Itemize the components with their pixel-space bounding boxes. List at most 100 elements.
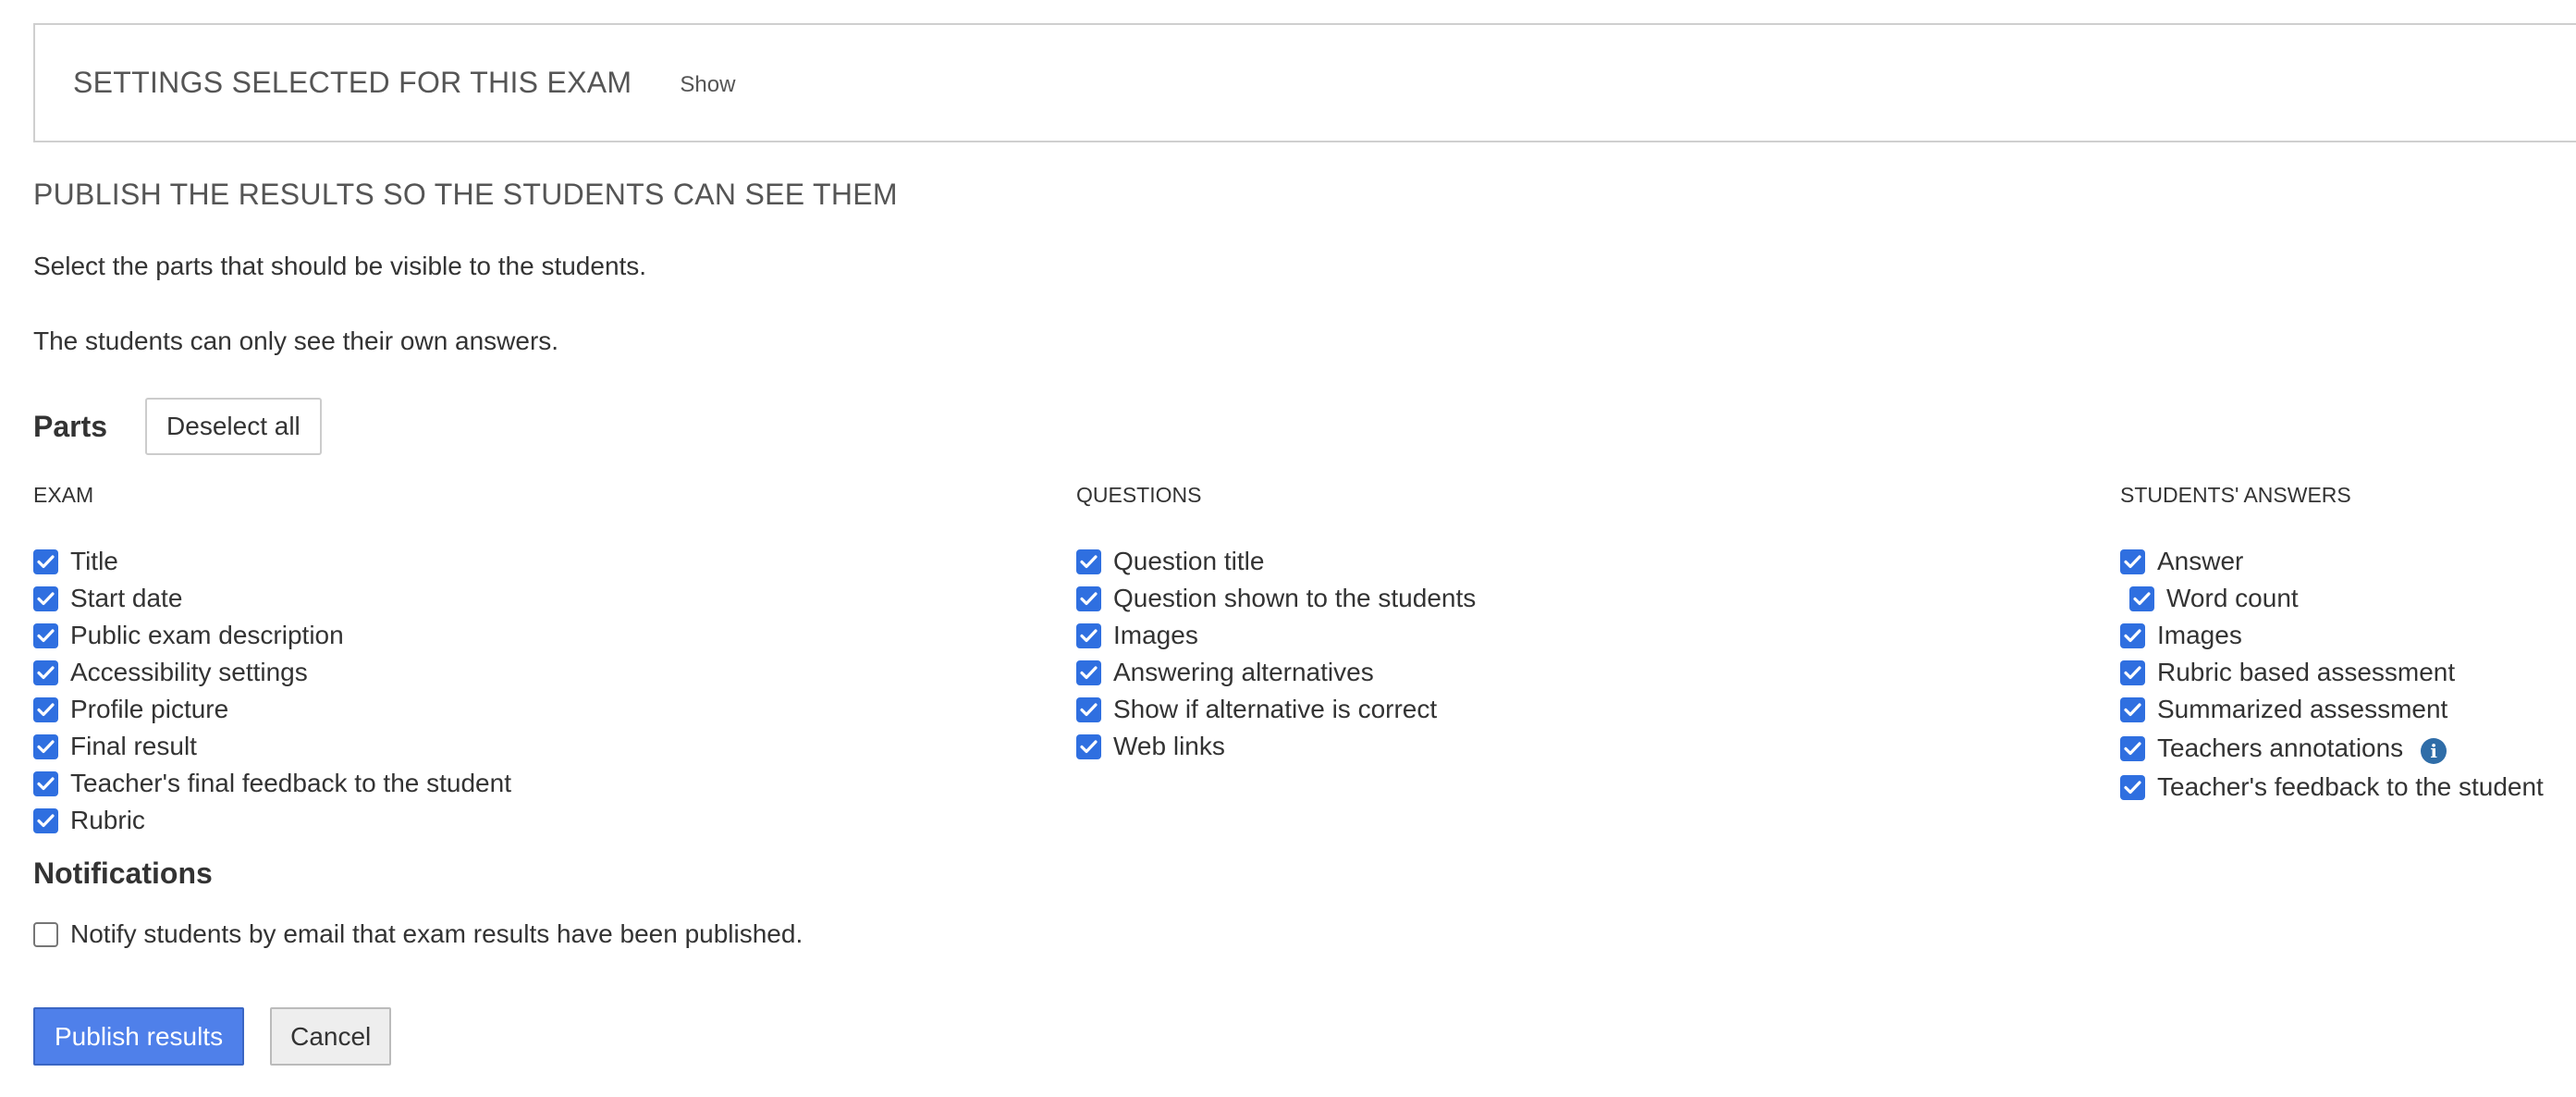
checkbox-row-final-result[interactable]: Final result [33,728,511,765]
parts-header: Parts Deselect all [33,398,322,455]
checkbox-checked[interactable] [1076,585,1101,611]
checkbox-row-summarized-assessment[interactable]: Summarized assessment [2120,691,2544,728]
checkbox-checked[interactable] [1076,696,1101,722]
checkbox-label: Teacher's feedback to the student [2157,772,2544,801]
notifications-heading: Notifications [33,857,213,890]
checkbox-checked[interactable] [2120,774,2145,800]
checkbox-checked[interactable] [2120,735,2145,761]
checkbox-label: Answering alternatives [1113,658,1374,686]
checkmark-icon [1080,739,1098,753]
checkbox-label: Final result [70,732,197,760]
students-answers-column-title: STUDENTS' ANSWERS [2120,483,2351,507]
checkbox-row-answer-images[interactable]: Images [2120,617,2544,654]
publish-results-heading: PUBLISH THE RESULTS SO THE STUDENTS CAN … [33,178,898,211]
checkmark-icon [37,665,55,679]
checkmark-icon [1080,702,1098,716]
checkbox-checked[interactable] [2120,548,2145,574]
checkbox-row-answer[interactable]: Answer [2120,543,2544,580]
checkmark-icon [1080,591,1098,605]
checkbox-label: Word count [2166,584,2299,612]
checkbox-label: Accessibility settings [70,658,308,686]
checkmark-icon [2124,702,2141,716]
checkbox-label: Public exam description [70,621,344,649]
checkbox-checked[interactable] [33,659,58,685]
checkbox-label: Images [2157,621,2242,649]
checkmark-icon [37,702,55,716]
exam-settings-show-toggle[interactable]: Show [680,72,735,98]
checkbox-checked[interactable] [1076,659,1101,685]
checkbox-row-start-date[interactable]: Start date [33,580,511,617]
questions-column-title: QUESTIONS [1076,483,1202,507]
checkmark-icon [2124,628,2141,642]
checkbox-label: Images [1113,621,1198,649]
checkbox-checked[interactable] [33,696,58,722]
parts-title: Parts [33,409,108,443]
checkbox-row-teacher-feedback[interactable]: Teacher's feedback to the student [2120,769,2544,806]
checkbox-row-notify-email[interactable]: Notify students by email that exam resul… [33,916,803,953]
checkbox-row-word-count[interactable]: Word count [2120,580,2544,617]
students-answers-parts-column: STUDENTS' ANSWERS Answer Word count Imag… [2120,481,2544,806]
exam-parts-column: EXAM Title Start date Public exam descri… [33,481,511,839]
exam-settings-title: SETTINGS SELECTED FOR THIS EXAM [73,66,632,99]
checkbox-row-question-images[interactable]: Images [1076,617,1476,654]
checkmark-icon [2124,665,2141,679]
checkbox-checked[interactable] [33,622,58,648]
checkbox-row-show-if-correct[interactable]: Show if alternative is correct [1076,691,1476,728]
checkmark-icon [2124,780,2141,794]
checkbox-row-public-exam-description[interactable]: Public exam description [33,617,511,654]
checkbox-label: Rubric [70,806,145,834]
checkbox-checked[interactable] [33,548,58,574]
checkbox-checked[interactable] [2120,696,2145,722]
checkbox-label: Rubric based assessment [2157,658,2456,686]
checkbox-row-question-shown[interactable]: Question shown to the students [1076,580,1476,617]
publish-results-button[interactable]: Publish results [33,1007,245,1066]
checkbox-label: Web links [1113,732,1225,760]
checkbox-label: Teacher's final feedback to the student [70,769,511,797]
cancel-button[interactable]: Cancel [270,1007,392,1066]
checkbox-row-rubric-based-assessment[interactable]: Rubric based assessment [2120,654,2544,691]
checkbox-label: Start date [70,584,183,612]
checkbox-row-rubric[interactable]: Rubric [33,802,511,839]
publish-intro-select-text: Select the parts that should be visible … [33,252,647,280]
checkmark-icon [37,554,55,568]
checkbox-label: Summarized assessment [2157,695,2448,723]
checkbox-label: Title [70,547,118,575]
exam-settings-panel: SETTINGS SELECTED FOR THIS EXAM Show [33,23,2576,142]
checkbox-label: Notify students by email that exam resul… [70,919,803,948]
checkbox-checked[interactable] [1076,622,1101,648]
deselect-all-button[interactable]: Deselect all [145,398,322,455]
checkbox-row-web-links[interactable]: Web links [1076,728,1476,765]
questions-parts-column: QUESTIONS Question title Question shown … [1076,481,1476,765]
checkbox-checked[interactable] [1076,733,1101,759]
checkbox-checked[interactable] [2120,622,2145,648]
checkbox-row-accessibility-settings[interactable]: Accessibility settings [33,654,511,691]
checkbox-label: Profile picture [70,695,229,723]
checkbox-checked[interactable] [33,770,58,796]
checkbox-label: Show if alternative is correct [1113,695,1438,723]
checkbox-checked[interactable] [2120,659,2145,685]
checkbox-checked[interactable] [1076,548,1101,574]
checkbox-checked[interactable] [33,733,58,759]
checkbox-unchecked[interactable] [33,921,58,947]
checkbox-label: Answer [2157,547,2244,575]
checkmark-icon [1080,554,1098,568]
checkbox-row-answering-alternatives[interactable]: Answering alternatives [1076,654,1476,691]
checkmark-icon [37,739,55,753]
checkbox-label: Question shown to the students [1113,584,1477,612]
checkmark-icon [2133,591,2151,605]
checkmark-icon [37,628,55,642]
checkbox-row-profile-picture[interactable]: Profile picture [33,691,511,728]
checkbox-checked[interactable] [33,807,58,833]
checkmark-icon [2124,554,2141,568]
checkbox-checked[interactable] [33,585,58,611]
checkmark-icon [37,813,55,827]
checkbox-row-teacher-final-feedback[interactable]: Teacher's final feedback to the student [33,765,511,802]
checkbox-row-exam-title[interactable]: Title [33,543,511,580]
checkbox-row-question-title[interactable]: Question title [1076,543,1476,580]
info-icon[interactable]: i [2421,738,2447,764]
checkmark-icon [1080,665,1098,679]
action-buttons: Publish results Cancel [33,1007,392,1066]
checkbox-checked[interactable] [2129,585,2154,611]
checkbox-row-teachers-annotations[interactable]: Teachers annotations i [2120,728,2544,769]
checkmark-icon [2124,741,2141,755]
